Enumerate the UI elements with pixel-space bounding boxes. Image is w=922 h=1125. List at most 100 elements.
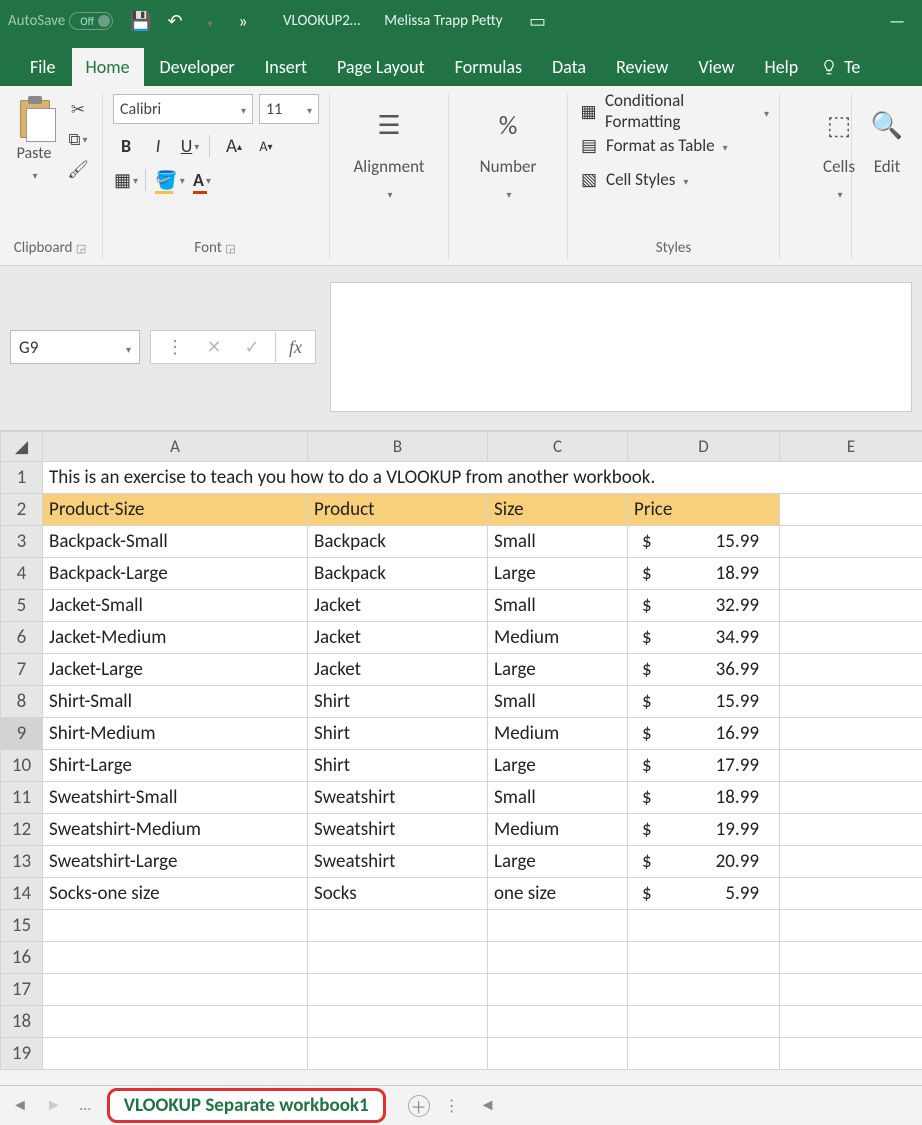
cell-C12[interactable]: Medium	[488, 814, 628, 846]
alignment-dropdown[interactable]	[385, 185, 392, 202]
grid-row-2[interactable]: 2 Product-Size Product Size Price	[1, 494, 922, 526]
row-header-12[interactable]: 12	[1, 814, 43, 846]
row-header-15[interactable]: 15	[1, 910, 43, 942]
cell-A7[interactable]: Jacket-Large	[43, 654, 308, 686]
row-header-11[interactable]: 11	[1, 782, 43, 814]
ribbon-display-icon[interactable]: ▭	[521, 10, 555, 32]
tab-file[interactable]: File	[16, 48, 70, 86]
cell-A2[interactable]: Product-Size	[43, 494, 308, 526]
cell-B10[interactable]: Shirt	[308, 750, 488, 782]
cell-E7[interactable]	[780, 654, 922, 686]
cell-B15[interactable]	[308, 910, 488, 942]
cell-C18[interactable]	[488, 1006, 628, 1038]
cell-E19[interactable]	[780, 1038, 922, 1070]
column-headers[interactable]: ◢ A B C D E	[1, 432, 922, 462]
borders-button[interactable]: ▦	[113, 168, 139, 192]
cell-B2[interactable]: Product	[308, 494, 488, 526]
cancel-formula-icon[interactable]: ✕	[199, 332, 229, 362]
grid-row-4[interactable]: 4 Backpack-Large Backpack Large $18.99	[1, 558, 922, 590]
cell-B3[interactable]: Backpack	[308, 526, 488, 558]
grid-row-5[interactable]: 5 Jacket-Small Jacket Small $32.99	[1, 590, 922, 622]
find-icon[interactable]: 🔍	[871, 100, 903, 150]
cell-C5[interactable]: Small	[488, 590, 628, 622]
grid-row-9[interactable]: 9 Shirt-Medium Shirt Medium $16.99	[1, 718, 922, 750]
grid-row-15[interactable]: 15	[1, 910, 922, 942]
cell-E18[interactable]	[780, 1006, 922, 1038]
cell-A17[interactable]	[43, 974, 308, 1006]
cell-E11[interactable]	[780, 782, 922, 814]
cell-E17[interactable]	[780, 974, 922, 1006]
fx-icon[interactable]: fx	[275, 332, 305, 362]
grid-row-10[interactable]: 10 Shirt-Large Shirt Large $17.99	[1, 750, 922, 782]
col-header-D[interactable]: D	[628, 432, 780, 462]
cell-A4[interactable]: Backpack-Large	[43, 558, 308, 590]
cell-A18[interactable]	[43, 1006, 308, 1038]
tab-options-icon[interactable]: ⋮	[440, 1096, 466, 1116]
cell-B16[interactable]	[308, 942, 488, 974]
tab-scroll-left-icon[interactable]: ◄	[8, 1096, 32, 1115]
undo-icon[interactable]: ↶	[161, 10, 189, 32]
cell-D17[interactable]	[628, 974, 780, 1006]
cell-E15[interactable]	[780, 910, 922, 942]
cell-D6[interactable]: $34.99	[628, 622, 780, 654]
grid-row-8[interactable]: 8 Shirt-Small Shirt Small $15.99	[1, 686, 922, 718]
cell-D2[interactable]: Price	[628, 494, 780, 526]
cell-D18[interactable]	[628, 1006, 780, 1038]
alignment-icon[interactable]: ☰	[377, 100, 400, 150]
row-header-14[interactable]: 14	[1, 878, 43, 910]
cell-E4[interactable]	[780, 558, 922, 590]
cell-E10[interactable]	[780, 750, 922, 782]
undo-dropdown[interactable]	[195, 10, 223, 32]
tab-data[interactable]: Data	[538, 48, 600, 86]
cell-D16[interactable]	[628, 942, 780, 974]
cell-C14[interactable]: one size	[488, 878, 628, 910]
cell-B14[interactable]: Socks	[308, 878, 488, 910]
tab-insert[interactable]: Insert	[251, 48, 321, 86]
cells-dropdown[interactable]	[835, 185, 842, 202]
cell-A5[interactable]: Jacket-Small	[43, 590, 308, 622]
grid-row-16[interactable]: 16	[1, 942, 922, 974]
tell-me[interactable]: Te	[814, 48, 866, 86]
cell-C13[interactable]: Large	[488, 846, 628, 878]
cell-A10[interactable]: Shirt-Large	[43, 750, 308, 782]
grid-row-1[interactable]: 1This is an exercise to teach you how to…	[1, 462, 922, 494]
grid-row-18[interactable]: 18	[1, 1006, 922, 1038]
cell-A11[interactable]: Sweatshirt-Small	[43, 782, 308, 814]
row-header-9[interactable]: 9	[1, 718, 43, 750]
cell-C10[interactable]: Large	[488, 750, 628, 782]
paste-dropdown[interactable]	[30, 165, 37, 184]
grid-row-17[interactable]: 17	[1, 974, 922, 1006]
cell-E14[interactable]	[780, 878, 922, 910]
row-header-13[interactable]: 13	[1, 846, 43, 878]
cell-A9[interactable]: Shirt-Medium	[43, 718, 308, 750]
cell-C3[interactable]: Small	[488, 526, 628, 558]
name-box[interactable]: G9	[10, 330, 140, 364]
grid-row-11[interactable]: 11 Sweatshirt-Small Sweatshirt Small $18…	[1, 782, 922, 814]
row-header-18[interactable]: 18	[1, 1006, 43, 1038]
cell-C19[interactable]	[488, 1038, 628, 1070]
cell-E8[interactable]	[780, 686, 922, 718]
cell-D11[interactable]: $18.99	[628, 782, 780, 814]
fill-color-button[interactable]: 🪣	[157, 168, 183, 192]
row-header-5[interactable]: 5	[1, 590, 43, 622]
cell-A12[interactable]: Sweatshirt-Medium	[43, 814, 308, 846]
cell-D9[interactable]: $16.99	[628, 718, 780, 750]
cell-E6[interactable]	[780, 622, 922, 654]
row-header-16[interactable]: 16	[1, 942, 43, 974]
cell-C17[interactable]	[488, 974, 628, 1006]
conditional-formatting-button[interactable]: ▦ Conditional Formatting	[578, 94, 769, 128]
cell-B17[interactable]	[308, 974, 488, 1006]
cell-D8[interactable]: $15.99	[628, 686, 780, 718]
cell-C2[interactable]: Size	[488, 494, 628, 526]
cell-D3[interactable]: $15.99	[628, 526, 780, 558]
qat-more-icon[interactable]: »	[229, 10, 257, 32]
cell-B13[interactable]: Sweatshirt	[308, 846, 488, 878]
cell-A13[interactable]: Sweatshirt-Large	[43, 846, 308, 878]
col-header-B[interactable]: B	[308, 432, 488, 462]
col-header-C[interactable]: C	[488, 432, 628, 462]
cell-E5[interactable]	[780, 590, 922, 622]
cell-D7[interactable]: $36.99	[628, 654, 780, 686]
grid-row-13[interactable]: 13 Sweatshirt-Large Sweatshirt Large $20…	[1, 846, 922, 878]
cell-B12[interactable]: Sweatshirt	[308, 814, 488, 846]
decrease-font-icon[interactable]: A▾	[253, 134, 279, 158]
